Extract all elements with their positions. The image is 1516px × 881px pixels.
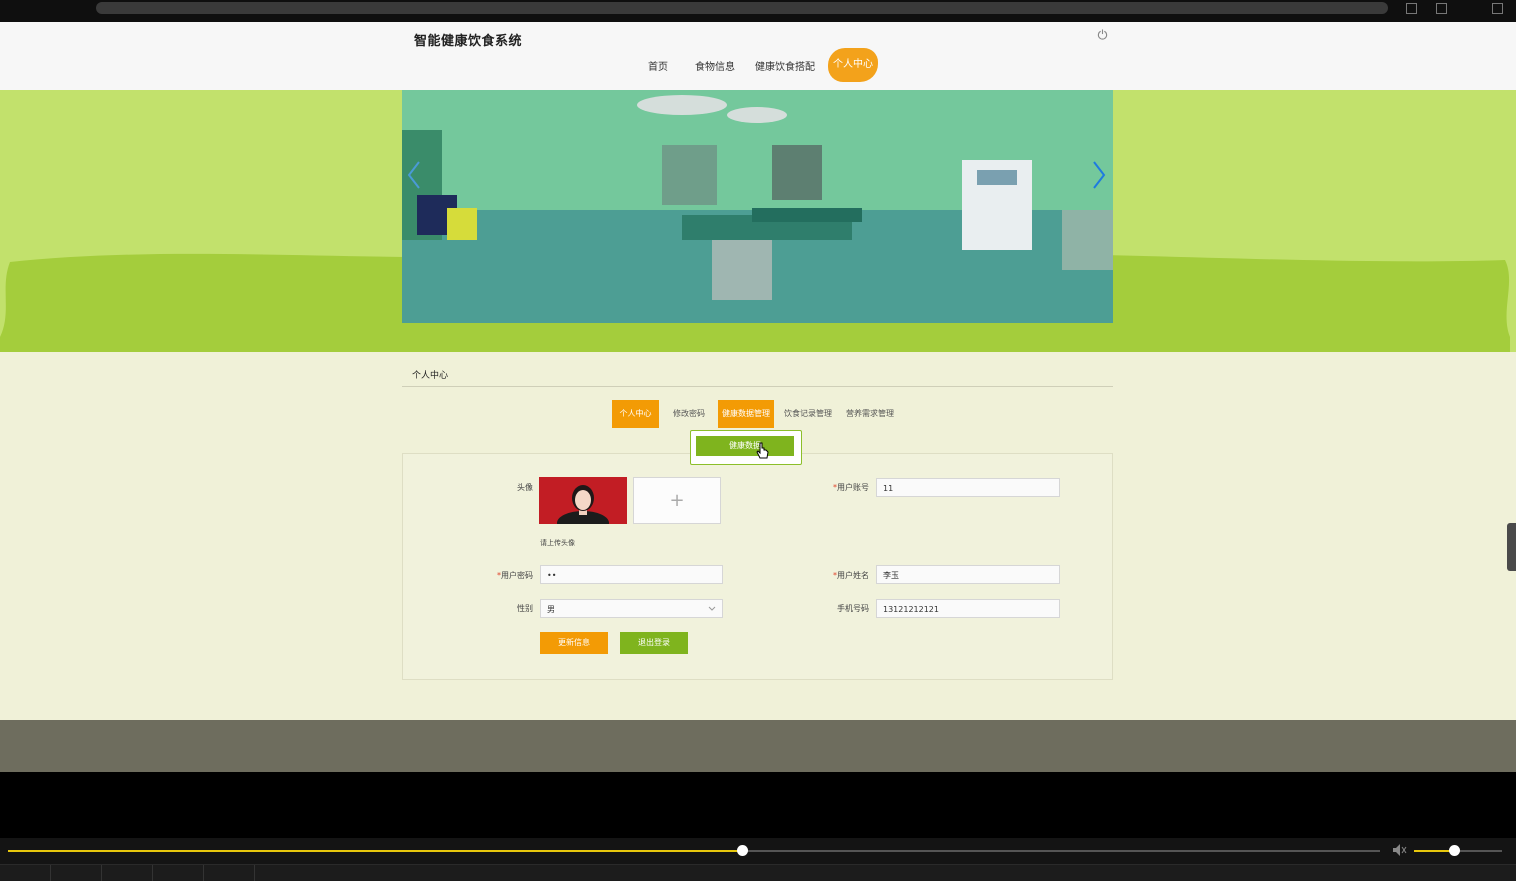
chevron-down-icon (708, 606, 716, 611)
tab-health-data[interactable]: 健康数据管理 (718, 400, 774, 428)
web-page: 智能健康饮食系统 首页 食物信息 健康饮食搭配 个人中心 个人中心 个人中心 修… (0, 22, 1516, 772)
avatar[interactable] (539, 477, 627, 524)
account-label-text: 用户账号 (837, 483, 869, 492)
upload-avatar-button[interactable]: + (633, 477, 721, 524)
player-button[interactable] (0, 865, 51, 881)
volume-fill (1414, 850, 1454, 852)
side-scroll-handle[interactable] (1507, 523, 1516, 571)
volume-icon[interactable] (1392, 843, 1408, 857)
player-button[interactable] (102, 865, 153, 881)
progress-fill (8, 850, 743, 852)
window-close-icon[interactable] (1492, 3, 1503, 14)
banner-carousel-image[interactable] (402, 90, 1113, 323)
player-button[interactable] (153, 865, 204, 881)
logout-button[interactable]: 退出登录 (620, 632, 688, 654)
video-player-controls (0, 838, 1516, 881)
window-maximize-icon[interactable] (1436, 3, 1447, 14)
carousel-prev-icon[interactable] (407, 160, 421, 190)
progress-handle[interactable] (737, 845, 749, 856)
player-button[interactable] (204, 865, 255, 881)
tab-diet-records[interactable]: 饮食记录管理 (780, 400, 836, 428)
update-info-button[interactable]: 更新信息 (540, 632, 608, 654)
carousel-next-icon[interactable] (1092, 160, 1106, 190)
phone-label: 手机号码 (837, 604, 869, 613)
power-icon[interactable] (1097, 29, 1108, 40)
avatar-label: 头像 (517, 483, 533, 492)
account-label: *用户账号 (812, 482, 869, 493)
operating-room-image (402, 90, 1113, 323)
password-label-text: 用户密码 (501, 571, 533, 580)
nav-diet-match[interactable]: 健康饮食搭配 (755, 58, 815, 73)
section-divider (402, 386, 1113, 387)
gender-select[interactable]: 男 (540, 599, 723, 618)
password-input[interactable]: •• (540, 565, 723, 584)
nav-home[interactable]: 首页 (648, 58, 668, 73)
dropdown-item-health-data[interactable]: 健康数据 (696, 436, 794, 456)
name-label: *用户姓名 (812, 570, 869, 581)
section-title: 个人中心 (412, 371, 449, 381)
tab-change-password[interactable]: 修改密码 (666, 400, 712, 428)
site-title: 智能健康饮食系统 (414, 34, 523, 49)
password-label: *用户密码 (476, 570, 533, 581)
phone-input[interactable]: 13121212121 (876, 599, 1060, 618)
window-minimize-icon[interactable] (1406, 3, 1417, 14)
tab-nutrition-needs[interactable]: 营养需求管理 (842, 400, 898, 428)
gender-label: 性别 (517, 604, 533, 613)
gender-select-value: 男 (547, 605, 555, 614)
player-bottom-bar (0, 864, 1516, 881)
account-input[interactable]: 11 (876, 478, 1060, 497)
name-input[interactable]: 李玉 (876, 565, 1060, 584)
site-header: 智能健康饮食系统 首页 食物信息 健康饮食搭配 个人中心 (0, 22, 1516, 91)
avatar-image (539, 477, 627, 524)
upload-hint: 请上传头像 (540, 539, 575, 547)
nav-food-info[interactable]: 食物信息 (695, 58, 735, 73)
tab-personal-center[interactable]: 个人中心 (612, 400, 659, 428)
site-footer (0, 720, 1516, 772)
nav-personal-center[interactable]: 个人中心 (828, 48, 878, 82)
player-button[interactable] (51, 865, 102, 881)
browser-toolbar (0, 0, 1516, 22)
name-label-text: 用户姓名 (837, 571, 869, 580)
mouse-pointer-icon (756, 442, 769, 459)
address-bar[interactable] (96, 2, 1388, 14)
volume-handle[interactable] (1448, 845, 1460, 856)
